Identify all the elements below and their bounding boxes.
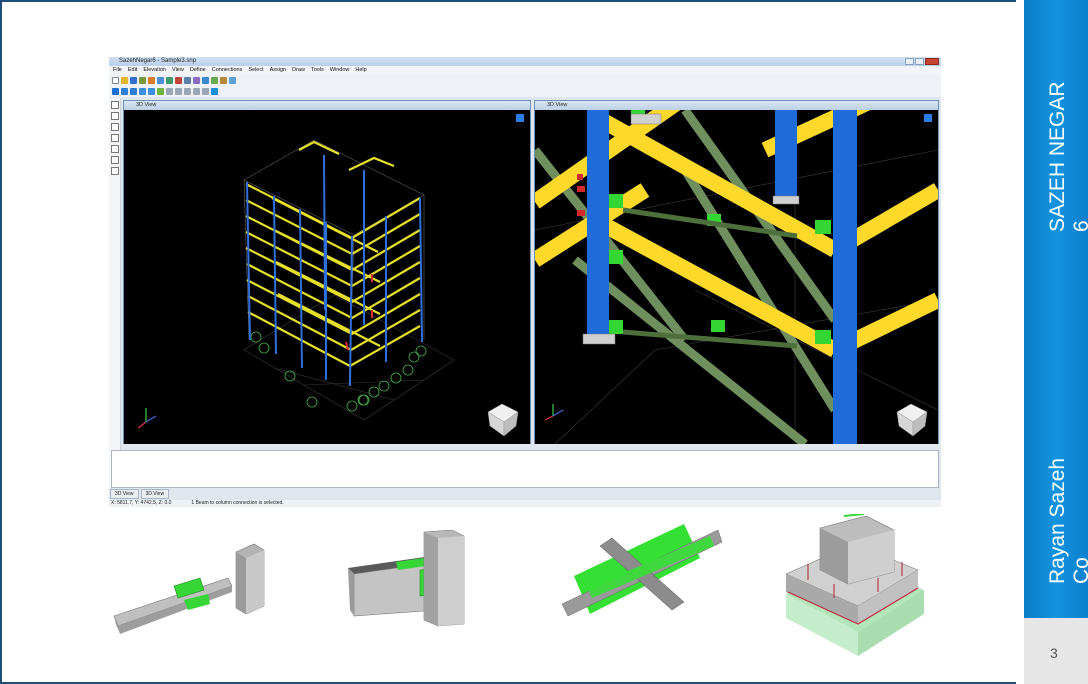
menu-define[interactable]: Define: [190, 66, 206, 75]
bottom-tabs: 3D View 3D View: [109, 489, 170, 499]
design-icon[interactable]: [184, 77, 191, 84]
slide: SAZEH NEGAR6 Rayan SazehCo 3 SazehNegar6…: [0, 0, 1088, 684]
page-number: 3: [1050, 645, 1058, 661]
menu-elevation[interactable]: Elevation: [143, 66, 166, 75]
cube-icon[interactable]: [112, 88, 119, 95]
connection-model-canvas[interactable]: [535, 110, 938, 444]
menu-edit[interactable]: Edit: [128, 66, 137, 75]
zoom-in-icon[interactable]: [175, 88, 182, 95]
menu-assign[interactable]: Assign: [270, 66, 287, 75]
menubar: File Edit Elevation View Define Connecti…: [109, 66, 941, 75]
maximize-icon[interactable]: [915, 58, 924, 65]
statusbar: X: 5811.7, Y: 4742.5, Z: 0.0 1 Beam to c…: [109, 500, 941, 507]
viewport-pin-icon[interactable]: [924, 114, 932, 122]
elevation-icon[interactable]: [202, 77, 209, 84]
viewport-3d-building[interactable]: 3D View: [123, 100, 531, 444]
open-folder-icon[interactable]: [121, 77, 128, 84]
viewport-3d-connections[interactable]: 3D View: [534, 100, 939, 444]
help-icon[interactable]: [229, 77, 236, 84]
pencil-icon[interactable]: [157, 88, 164, 95]
select-pointer-icon[interactable]: [111, 101, 119, 109]
menu-file[interactable]: File: [113, 66, 122, 75]
building-model-canvas[interactable]: [124, 110, 530, 444]
plan-icon[interactable]: [211, 77, 218, 84]
tab-3d-view-2[interactable]: 3D View: [140, 489, 170, 499]
menu-help[interactable]: Help: [355, 66, 366, 75]
toolbar-secondary: [109, 86, 941, 97]
grid-icon[interactable]: [139, 77, 146, 84]
beam-to-column-connection-icon: [113, 543, 265, 634]
viewport-title: 3D View: [535, 101, 938, 110]
vertical-subtitle: Rayan Sazeh Co: [1046, 457, 1088, 584]
vertical-title: SAZEH NEGAR6: [1046, 81, 1088, 232]
section-icon[interactable]: [157, 77, 164, 84]
viewport-pin-icon[interactable]: [516, 114, 524, 122]
side-divider: [1016, 0, 1024, 684]
new-file-icon[interactable]: [112, 77, 119, 84]
menu-window[interactable]: Window: [330, 66, 350, 75]
bracing-cross-connection-icon: [561, 524, 723, 617]
connection-icon[interactable]: [220, 77, 227, 84]
draw-area-icon[interactable]: [111, 156, 119, 164]
menu-select[interactable]: Select: [248, 66, 263, 75]
view-3d-icon[interactable]: [193, 77, 200, 84]
close-icon[interactable]: [925, 58, 939, 65]
status-coordinates: X: 5811.7, Y: 4742.5, Z: 0.0: [111, 500, 172, 506]
viewport-title: 3D View: [124, 101, 530, 110]
base-plate-pedestal-icon: [785, 514, 924, 656]
draw-point-icon[interactable]: [111, 167, 119, 175]
print-icon[interactable]: [166, 88, 173, 95]
pan-icon[interactable]: [202, 88, 209, 95]
menu-draw[interactable]: Draw: [292, 66, 305, 75]
tab-3d-view-1[interactable]: 3D View: [110, 489, 139, 499]
app-titlebar: SazehNegar6 - Sample3.snp: [109, 57, 941, 66]
draw-column-icon[interactable]: [111, 123, 119, 131]
menu-view[interactable]: View: [172, 66, 184, 75]
save-icon[interactable]: [130, 77, 137, 84]
load-icon[interactable]: [166, 77, 173, 84]
draw-wall-icon[interactable]: [111, 145, 119, 153]
refresh-icon[interactable]: [211, 88, 218, 95]
draw-brace-icon[interactable]: [111, 134, 119, 142]
arrow-left-icon[interactable]: [148, 88, 155, 95]
menu-tools[interactable]: Tools: [311, 66, 324, 75]
plan-view-icon[interactable]: [130, 88, 137, 95]
zoom-window-icon[interactable]: [193, 88, 200, 95]
elevation-view-icon[interactable]: [121, 88, 128, 95]
app-window: SazehNegar6 - Sample3.snp File Edit Elev…: [109, 57, 941, 507]
arrow-right-icon[interactable]: [139, 88, 146, 95]
output-panel: [111, 450, 939, 488]
toolbar-main: [109, 75, 941, 86]
app-title: SazehNegar6 - Sample3.snp: [119, 58, 197, 64]
beam-splice-connection-icon: [348, 530, 465, 627]
zoom-out-icon[interactable]: [184, 88, 191, 95]
status-message: 1 Beam to column connection is selected.: [191, 500, 284, 506]
draw-beam-icon[interactable]: [111, 112, 119, 120]
minimize-icon[interactable]: [905, 58, 914, 65]
menu-connections[interactable]: Connections: [212, 66, 243, 75]
left-toolbox: [109, 98, 121, 488]
frame-icon[interactable]: [148, 77, 155, 84]
run-analysis-icon[interactable]: [175, 77, 182, 84]
